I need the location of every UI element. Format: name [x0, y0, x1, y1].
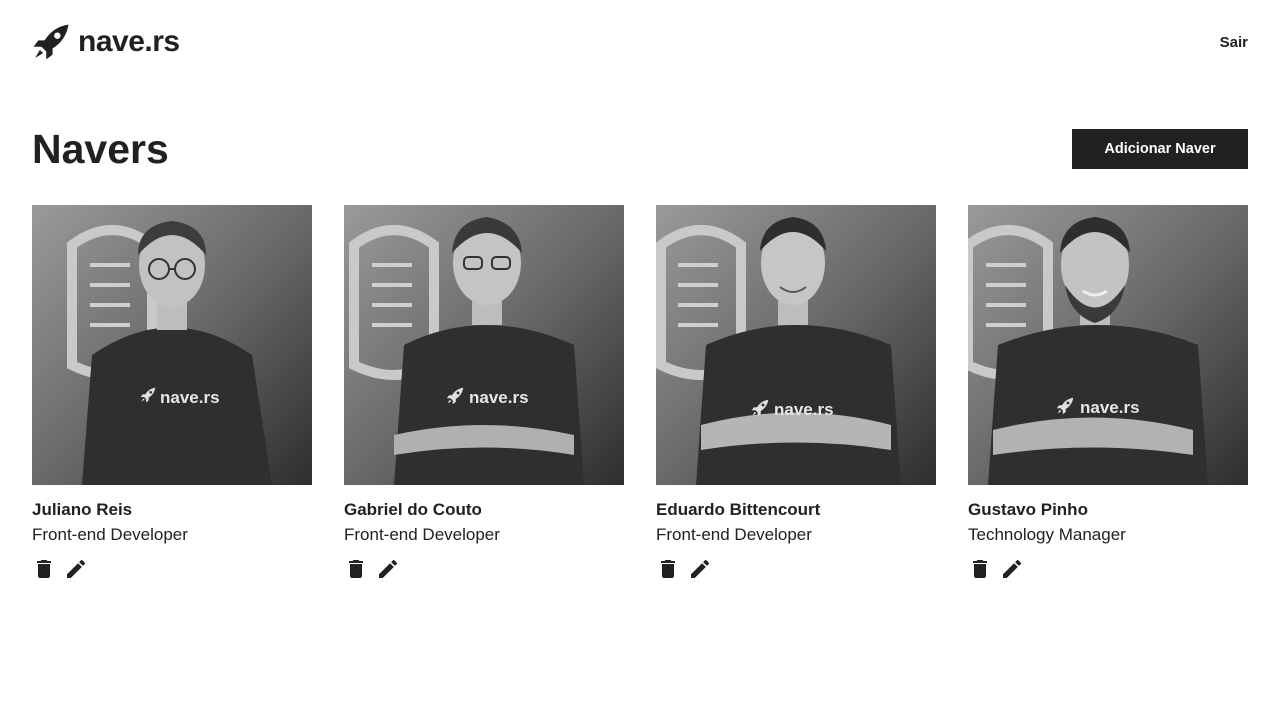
naver-role: Technology Manager: [968, 525, 1126, 544]
navers-list: nave.rs Juliano Reis Front-end Developer: [32, 205, 1248, 581]
naver-name: Gabriel do Couto: [344, 500, 482, 519]
naver-photo[interactable]: nave.rs: [344, 205, 624, 485]
naver-card: nave.rs Gabriel do Couto Front-end Devel…: [344, 205, 624, 581]
naver-role: Front-end Developer: [656, 525, 812, 544]
pencil-icon[interactable]: [376, 557, 400, 581]
trash-icon[interactable]: [344, 557, 368, 581]
card-actions: [656, 557, 936, 581]
rocket-icon: [32, 23, 70, 61]
naver-name: Juliano Reis: [32, 500, 133, 519]
pencil-icon[interactable]: [1000, 557, 1024, 581]
shirt-print: nave.rs: [160, 388, 220, 407]
shirt-print: nave.rs: [469, 388, 529, 407]
trash-icon[interactable]: [968, 557, 992, 581]
logout-link[interactable]: Sair: [1220, 34, 1248, 51]
pencil-icon[interactable]: [64, 557, 88, 581]
naver-card: nave.rs Gustavo Pinho Technology Manager: [968, 205, 1248, 581]
naver-photo[interactable]: nave.rs: [32, 205, 312, 485]
card-actions: [344, 557, 624, 581]
shirt-print: nave.rs: [1080, 398, 1140, 417]
naver-role: Front-end Developer: [344, 525, 500, 544]
naver-name: Eduardo Bittencourt: [656, 500, 821, 519]
pencil-icon[interactable]: [688, 557, 712, 581]
page-title: Navers: [32, 125, 169, 172]
naver-card: nave.rs Eduardo Bittencourt Front-end De…: [656, 205, 936, 581]
naver-photo[interactable]: nave.rs: [968, 205, 1248, 485]
logo-text: nave.rs: [78, 25, 180, 58]
card-actions: [968, 557, 1248, 581]
naver-name: Gustavo Pinho: [968, 500, 1088, 519]
trash-icon[interactable]: [32, 557, 56, 581]
shirt-print: nave.rs: [774, 400, 834, 419]
naver-card: nave.rs Juliano Reis Front-end Developer: [32, 205, 312, 581]
header: nave.rs Sair: [32, 22, 1248, 62]
logo[interactable]: nave.rs: [32, 23, 180, 61]
add-naver-button[interactable]: Adicionar Naver: [1072, 129, 1248, 169]
trash-icon[interactable]: [656, 557, 680, 581]
title-row: Navers Adicionar Naver: [32, 124, 1248, 174]
naver-role: Front-end Developer: [32, 525, 188, 544]
card-actions: [32, 557, 312, 581]
naver-photo[interactable]: nave.rs: [656, 205, 936, 485]
